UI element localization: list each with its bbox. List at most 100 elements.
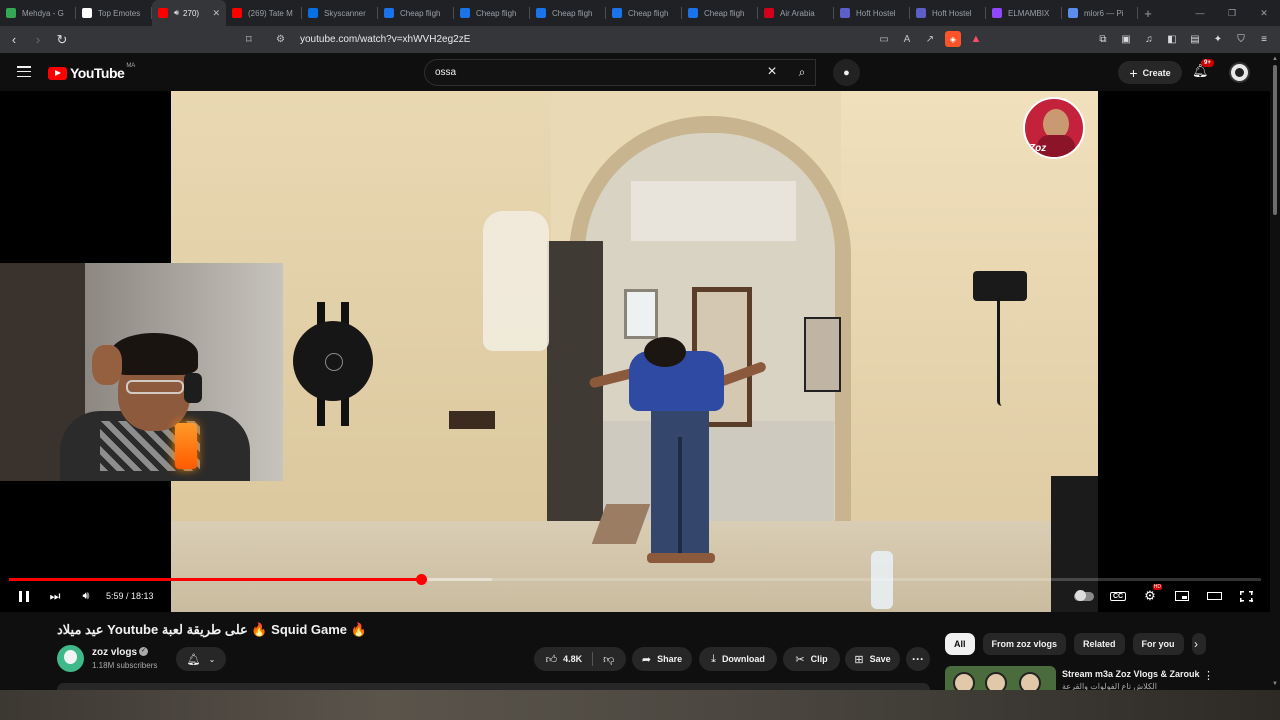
browser-tab[interactable]: Cheap fligh (682, 0, 758, 26)
browser-tab[interactable]: ELMAMBIX (986, 0, 1062, 26)
vpn-icon[interactable]: ⛉ (1233, 31, 1249, 47)
headset (184, 373, 202, 403)
sidebar-icon[interactable]: ◧ (1164, 31, 1180, 47)
tab-title: Cheap fligh (400, 8, 441, 18)
recommendation-title[interactable]: Stream m3a Zoz Vlogs & Zarouk (1062, 669, 1200, 679)
channel-watermark[interactable]: Zoz (1023, 97, 1085, 159)
close-tab-icon[interactable]: ✕ (212, 8, 220, 19)
pause-button[interactable] (14, 587, 34, 605)
filter-chip[interactable]: From zoz vlogs (982, 633, 1067, 655)
minimize-icon[interactable]: — (1184, 8, 1216, 18)
browser-tab[interactable]: 🔊︎ 270) ✕ (152, 0, 226, 26)
new-tab-button[interactable]: + (1138, 6, 1158, 21)
progress-bar[interactable] (9, 574, 1261, 585)
reload-icon[interactable]: ↻ (52, 30, 72, 50)
create-button[interactable]: + Create (1118, 61, 1182, 84)
save-button[interactable]: ⊞ Save (845, 647, 900, 671)
maximize-icon[interactable]: ❐ (1216, 8, 1248, 19)
filter-chip[interactable]: All (945, 633, 975, 655)
more-actions-icon[interactable]: ··· (906, 647, 930, 671)
volume-icon[interactable]: 🔊︎ (76, 587, 96, 605)
subtitles-icon[interactable]: CC (1108, 587, 1128, 605)
browser-tab[interactable]: Cheap fligh (454, 0, 530, 26)
recommendation-subtitle[interactable]: الكلاش تاع الفولوات والقرعة (1062, 682, 1182, 690)
tab-audio-icon[interactable]: 🔊︎ (174, 8, 179, 18)
recommendation-menu-icon[interactable]: ⋮ (1203, 669, 1214, 682)
browser-tab[interactable]: Air Arabia (758, 0, 834, 26)
media-icon[interactable]: ♫ (1141, 31, 1157, 47)
bookmark-icon[interactable]: ⌑ (246, 33, 262, 46)
autoplay-toggle[interactable] (1072, 587, 1096, 605)
download-button[interactable]: ⤓ Download (699, 647, 777, 671)
playlist-add-icon: ⊞ (854, 653, 864, 666)
extensions-icon[interactable]: ⧉ (1095, 31, 1111, 47)
wallet-icon[interactable]: ▣ (1118, 31, 1134, 47)
played-bar (9, 578, 421, 581)
tab-favicon-icon (764, 8, 774, 18)
brave-rewards-icon[interactable]: ▲ (968, 31, 984, 47)
wallet-2-icon[interactable]: ▤ (1187, 31, 1203, 47)
scroll-up-icon[interactable]: ▲ (1272, 56, 1278, 62)
browser-tab[interactable]: mlor6 — Pi (1062, 0, 1138, 26)
cast-icon[interactable]: ▭ (876, 31, 892, 47)
youtube-logo[interactable]: YouTube MA (48, 63, 135, 81)
next-icon[interactable]: ⏭︎ (45, 587, 65, 605)
share-page-icon[interactable]: ↗ (922, 31, 938, 47)
browser-tab[interactable]: Cheap fligh (378, 0, 454, 26)
browser-tab[interactable]: Hoft Hostel (834, 0, 910, 26)
video-frame[interactable]: Zoz (171, 91, 1098, 612)
browser-tab[interactable]: Skyscanner (302, 0, 378, 26)
share-button[interactable]: ➦ Share (632, 647, 692, 671)
dislike-icon[interactable]: 👎︎ (603, 653, 614, 666)
search-icon[interactable]: ⌕ (787, 59, 817, 86)
scroll-down-icon[interactable]: ▼ (1272, 681, 1278, 687)
like-icon[interactable]: 👍︎ (546, 653, 558, 666)
subscription-bell-button[interactable]: 🔔︎ ⌄ (176, 647, 226, 671)
filter-chip[interactable]: Related (1074, 633, 1125, 655)
browser-tab[interactable]: Cheap fligh (606, 0, 682, 26)
voice-search-icon[interactable]: ● (833, 59, 860, 86)
site-info-icon[interactable]: ⚙ (276, 34, 292, 45)
leo-icon[interactable]: ✦ (1210, 31, 1226, 47)
scrollbar-thumb[interactable] (1273, 65, 1277, 215)
forward-icon[interactable]: › (28, 30, 48, 50)
channel-avatar[interactable] (57, 645, 84, 672)
fullscreen-icon[interactable] (1236, 587, 1256, 605)
channel-name[interactable]: zoz vlogs (92, 647, 137, 658)
browser-tab[interactable]: Hoft Hostel (910, 0, 986, 26)
filter-chip[interactable]: For you (1132, 633, 1184, 655)
browser-tab[interactable]: (269) Tate M (226, 0, 302, 26)
miniplayer-icon[interactable] (1172, 587, 1192, 605)
video-player[interactable]: Zoz ⏭︎ 🔊︎ 5:59 / 18:13 CC ⚙ HD (0, 91, 1270, 612)
tab-title: ELMAMBIX (1008, 8, 1050, 18)
guide-menu-icon[interactable] (17, 66, 31, 77)
browser-tab[interactable]: Top Emotes (76, 0, 152, 26)
browser-tab[interactable]: Cheap fligh (530, 0, 606, 26)
scrubber-handle[interactable] (415, 574, 427, 585)
chevron-right-icon[interactable]: › (1188, 637, 1204, 653)
search-box[interactable]: ossa × ⌕ (424, 59, 816, 86)
page-scrollbar[interactable]: ▲ ▼ (1270, 53, 1280, 690)
close-window-icon[interactable]: ✕ (1248, 8, 1280, 19)
url-text[interactable]: youtube.com/watch?v=xhWVH2eg2zE (300, 34, 470, 45)
recommendation-thumbnail[interactable] (945, 666, 1056, 690)
like-count[interactable]: 4.8K (563, 654, 582, 664)
menu-icon[interactable]: ≡ (1256, 31, 1272, 47)
account-avatar[interactable] (1229, 62, 1250, 83)
address-bar-actions: ▭ A ↗ ◈ ▲ (876, 31, 984, 47)
theater-mode-icon[interactable] (1204, 587, 1224, 605)
tab-title: Hoft Hostel (932, 8, 972, 18)
brave-shields-icon[interactable]: ◈ (945, 31, 961, 47)
description-box[interactable] (57, 683, 930, 690)
like-dislike-group: 👍︎ 4.8K 👎︎ (534, 647, 626, 671)
notifications-icon[interactable]: 🔔︎ 9+ (1192, 59, 1214, 81)
hanging-bag (483, 211, 549, 351)
back-icon[interactable]: ‹ (4, 30, 24, 50)
settings-gear-icon[interactable]: ⚙ HD (1140, 584, 1162, 605)
browser-tab[interactable]: Mehdya - G (0, 0, 76, 26)
clear-search-icon[interactable]: × (763, 63, 781, 81)
youtube-play-icon (48, 66, 67, 80)
clip-button[interactable]: ✂ Clip (783, 647, 840, 671)
translate-icon[interactable]: A (899, 31, 915, 47)
search-input[interactable]: ossa (435, 67, 456, 78)
